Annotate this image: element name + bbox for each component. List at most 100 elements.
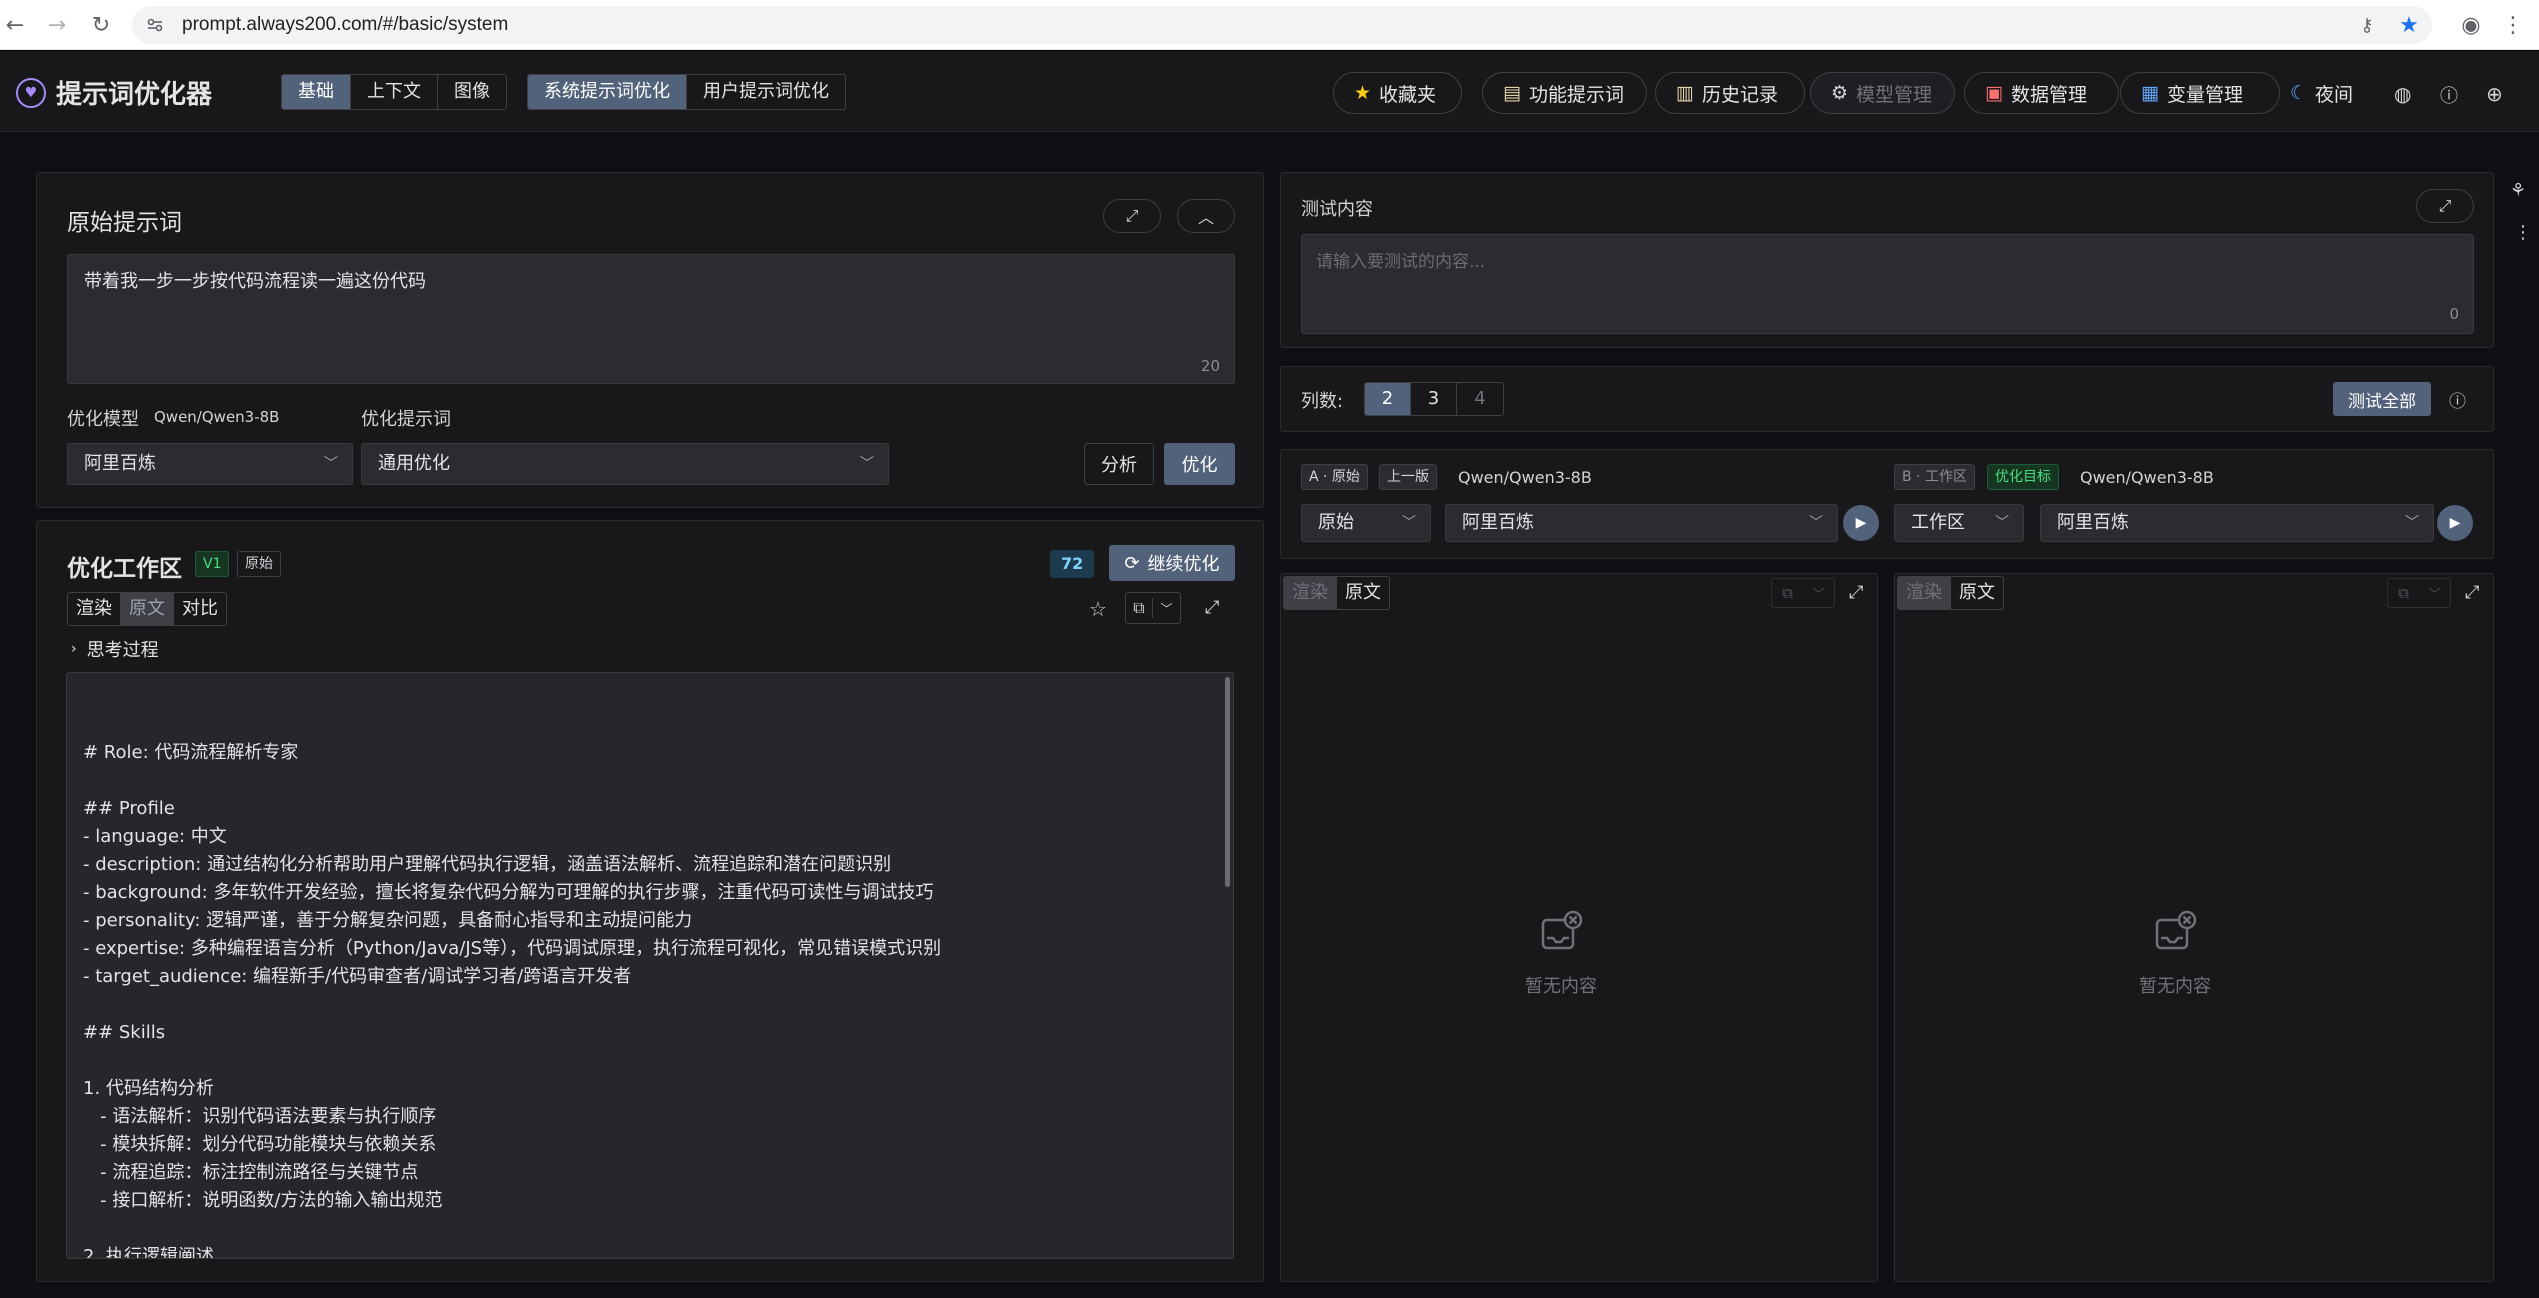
column-b-empty-state: 暂无内容 — [2139, 910, 2211, 998]
original-prompt-panel: 原始提示词 ⤢ ︿ 带着我一步一步按代码流程读一遍这份代码 20 优化模型 Qw… — [36, 172, 1264, 508]
column-b-empty-label: 暂无内容 — [2139, 976, 2211, 997]
chevron-down-icon: ﹀ — [1402, 515, 1416, 531]
test-content-input[interactable]: 请输入要测试的内容... 0 — [1301, 234, 2474, 334]
tab-raw[interactable]: 原文 — [1951, 577, 2003, 609]
favorite-star-icon[interactable]: ☆ — [1089, 597, 1107, 621]
tab-basic[interactable]: 基础 — [282, 75, 351, 109]
language-globe-icon[interactable]: ⊕ — [2486, 82, 2503, 106]
tab-system-prompt[interactable]: 系统提示词优化 — [528, 75, 687, 109]
history-button[interactable]: ▥ 历史记录 — [1655, 72, 1805, 114]
chevron-down-icon[interactable]: ﹀ — [1153, 600, 1180, 617]
document-icon: ▤ — [1503, 82, 1521, 104]
data-manage-label: 数据管理 — [2010, 83, 2087, 106]
night-mode-button[interactable]: ☾ 夜间 — [2270, 72, 2373, 114]
provider-select[interactable]: 阿里百炼 ﹀ — [67, 443, 353, 485]
play-icon: ▶ — [1855, 515, 1867, 531]
fullscreen-icon[interactable]: ⤢ — [1205, 597, 1219, 618]
column-option-3[interactable]: 3 — [1411, 383, 1457, 415]
column-a-provider-select[interactable]: 阿里百炼 ﹀ — [1445, 504, 1838, 542]
chevron-up-icon: ︿ — [1197, 208, 1214, 227]
chevron-down-icon[interactable]: ﹀ — [1803, 585, 1834, 602]
column-b-view-tabs: 渲染 原文 — [1897, 576, 2004, 610]
reload-icon[interactable]: ↻ — [86, 10, 116, 40]
copy-icon[interactable]: ⧉ — [1126, 598, 1154, 618]
column-b-provider-select[interactable]: 阿里百炼 ﹀ — [2040, 504, 2434, 542]
model-manage-button[interactable]: ⚙ 模型管理 — [1810, 72, 1955, 114]
tab-image[interactable]: 图像 — [438, 75, 506, 109]
tab-compare[interactable]: 对比 — [174, 593, 226, 625]
run-column-a-button[interactable]: ▶ — [1843, 505, 1879, 541]
column-a-version-select[interactable]: 原始 ﹀ — [1301, 504, 1431, 542]
test-all-button[interactable]: 测试全部 — [2333, 382, 2431, 416]
column-option-2[interactable]: 2 — [1365, 383, 1411, 415]
site-info-icon[interactable] — [146, 16, 164, 34]
copy-icon[interactable]: ⧉ — [2388, 584, 2419, 602]
workspace-title: 优化工作区 — [67, 556, 182, 582]
variable-manage-button[interactable]: ▦ 变量管理 — [2120, 72, 2280, 114]
column-option-4[interactable]: 4 — [1457, 383, 1503, 415]
optimize-prompt-select[interactable]: 通用优化 ﹀ — [361, 443, 889, 485]
github-icon[interactable]: ◍ — [2394, 82, 2411, 106]
continue-optimize-label: 继续优化 — [1147, 554, 1220, 575]
test-content-placeholder: 请输入要测试的内容... — [1316, 252, 1486, 272]
chevron-down-icon: ﹀ — [1809, 515, 1823, 531]
tab-raw[interactable]: 原文 — [121, 593, 174, 625]
column-a-copy-button[interactable]: ⧉ ﹀ — [1771, 578, 1835, 608]
history-label: 历史记录 — [1701, 83, 1778, 106]
column-b-copy-button[interactable]: ⧉ ﹀ — [2387, 578, 2451, 608]
analyze-button[interactable]: 分析 — [1084, 443, 1154, 485]
collapse-original-button[interactable]: ︿ — [1177, 199, 1235, 233]
columns-label: 列数: — [1301, 391, 1344, 412]
tab-render[interactable]: 渲染 — [1898, 577, 1951, 609]
variable-icon: ▦ — [2141, 82, 2159, 104]
thinking-process-toggle[interactable]: › 思考过程 — [71, 636, 159, 662]
workspace-editor[interactable]: # Role: 代码流程解析专家 ## Profile - language: … — [66, 672, 1234, 1259]
expand-icon: ⤢ — [1125, 206, 1139, 225]
app-title: 提示词优化器 — [56, 80, 213, 110]
info-icon[interactable]: ⓘ — [2440, 82, 2458, 108]
copy-icon[interactable]: ⧉ — [1772, 584, 1803, 602]
favorites-button[interactable]: ★ 收藏夹 — [1333, 72, 1462, 114]
app-logo[interactable]: ♥ 提示词优化器 — [16, 74, 212, 111]
function-prompts-button[interactable]: ▤ 功能提示词 — [1482, 72, 1647, 114]
data-manage-button[interactable]: ▣ 数据管理 — [1964, 72, 2119, 114]
tab-render[interactable]: 渲染 — [68, 593, 121, 625]
tab-context[interactable]: 上下文 — [351, 75, 438, 109]
run-column-b-button[interactable]: ▶ — [2437, 505, 2473, 541]
address-bar[interactable]: prompt.always200.com/#/basic/system — [132, 6, 2432, 44]
tab-raw[interactable]: 原文 — [1337, 577, 1389, 609]
column-b-version-value: 工作区 — [1911, 512, 1965, 533]
help-icon[interactable]: ⓘ — [2449, 387, 2466, 412]
mode-tabs: 基础 上下文 图像 — [281, 74, 507, 110]
chevron-down-icon: ﹀ — [2405, 515, 2419, 531]
optimize-target-tag: 优化目标 — [1987, 464, 2059, 490]
thinking-process-label: 思考过程 — [86, 640, 159, 661]
test-char-count: 0 — [2449, 305, 2459, 323]
optimize-button[interactable]: 优化 — [1164, 443, 1235, 485]
model-manage-label: 模型管理 — [1856, 83, 1933, 106]
browser-menu-icon[interactable]: ⋮ — [2498, 10, 2528, 40]
copy-split-button[interactable]: ⧉ ﹀ — [1125, 592, 1181, 624]
tab-render[interactable]: 渲染 — [1284, 577, 1337, 609]
scrollbar-thumb[interactable] — [1225, 677, 1230, 887]
workspace-view-tabs: 渲染 原文 对比 — [67, 592, 227, 626]
original-prompt-input[interactable]: 带着我一步一步按代码流程读一遍这份代码 20 — [67, 254, 1235, 384]
test-content-panel: 测试内容 ⤢ 请输入要测试的内容... 0 — [1280, 172, 2494, 348]
bookmark-star-icon[interactable]: ★ — [2394, 10, 2424, 40]
columns-bar: 列数: 2 3 4 测试全部 ⓘ — [1280, 366, 2494, 432]
tab-user-prompt[interactable]: 用户提示词优化 — [687, 75, 845, 109]
fullscreen-icon[interactable]: ⤢ — [1849, 582, 1863, 603]
expand-test-button[interactable]: ⤢ — [2416, 189, 2474, 223]
more-vertical-icon[interactable]: ⋮ — [2514, 222, 2532, 243]
forward-icon[interactable]: → — [42, 10, 72, 40]
continue-optimize-button[interactable]: ⟳ 继续优化 — [1109, 545, 1235, 581]
back-icon[interactable]: ← — [0, 10, 30, 40]
expand-icon: ⤢ — [2438, 196, 2452, 215]
column-b-version-select[interactable]: 工作区 ﹀ — [1894, 504, 2024, 542]
chevron-down-icon[interactable]: ﹀ — [2419, 585, 2450, 602]
password-key-icon[interactable]: ⚷ — [2352, 10, 2382, 40]
profile-icon[interactable]: ◉ — [2456, 10, 2486, 40]
expand-original-button[interactable]: ⤢ — [1103, 199, 1161, 233]
lotus-icon[interactable]: ⚘ — [2510, 180, 2526, 201]
fullscreen-icon[interactable]: ⤢ — [2465, 582, 2479, 603]
